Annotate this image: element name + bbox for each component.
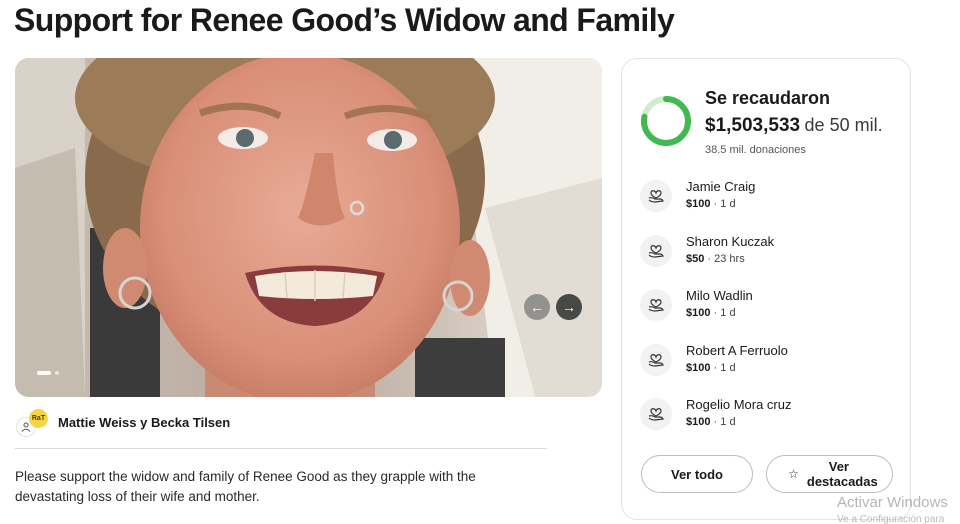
gallery-prev-button[interactable]: ← bbox=[524, 294, 550, 320]
donation-amount: $100 bbox=[686, 198, 711, 210]
heart-hand-icon bbox=[640, 234, 672, 267]
windows-activation-hint: Ve a Configuración para bbox=[837, 514, 945, 524]
donation-amount: $100 bbox=[686, 361, 711, 374]
campaign-photo[interactable] bbox=[15, 58, 602, 397]
donation-meta: $50 · 23 hrs bbox=[686, 252, 745, 265]
donation-amount: $100 bbox=[686, 307, 711, 319]
raised-amount: $1,503,533 bbox=[705, 115, 801, 136]
organizer-logo: RaT bbox=[29, 409, 48, 428]
see-featured-button[interactable]: ☆ Ver destacadas bbox=[766, 455, 893, 493]
donation-meta: $100 · 1 d bbox=[686, 307, 736, 319]
donation-item: Sharon Kuczak $50 · 23 hrs bbox=[640, 232, 896, 287]
donation-time: 1 d bbox=[720, 361, 736, 374]
arrow-left-icon: ← bbox=[530, 299, 544, 315]
heart-hand-icon bbox=[640, 343, 672, 376]
donor-name: Rogelio Mora cruz bbox=[686, 397, 792, 412]
donor-name: Robert A Ferruolo bbox=[686, 342, 788, 358]
fundraiser-page: Support for Renee Good’s Widow and Famil… bbox=[0, 0, 960, 524]
recent-donations-list: Jamie Craig $100 · 1 d Sharon Kuczak $50… bbox=[640, 177, 896, 450]
arrow-right-icon: → bbox=[562, 299, 576, 315]
campaign-photo-image bbox=[15, 58, 602, 397]
organizer-avatars: RaT bbox=[16, 409, 48, 437]
donation-meta: $100 · 1 d bbox=[686, 198, 736, 210]
page-title: Support for Renee Good’s Widow and Famil… bbox=[14, 2, 675, 38]
donor-name: Jamie Craig bbox=[686, 179, 756, 194]
divider bbox=[15, 448, 547, 449]
donation-time: 1 d bbox=[720, 198, 736, 210]
donation-time: 1 d bbox=[720, 307, 736, 319]
campaign-description: Please support the widow and family of R… bbox=[15, 469, 476, 504]
raised-label: Se recaudaron bbox=[705, 88, 831, 108]
donation-amount: $50 bbox=[686, 252, 705, 265]
star-icon: ☆ bbox=[788, 467, 799, 481]
donor-name: Milo Wadlin bbox=[686, 288, 753, 303]
donation-time: 1 d bbox=[720, 416, 736, 428]
donation-item: Milo Wadlin $100 · 1 d bbox=[640, 286, 896, 341]
donation-card: Se recaudaron $1,503,533 de 50 mil. 38.5… bbox=[621, 58, 911, 520]
raised-amount-line: $1,503,533 de 50 mil. bbox=[705, 115, 883, 137]
donation-meta: $100 · 1 d bbox=[686, 416, 736, 428]
heart-hand-icon bbox=[640, 180, 672, 212]
donation-amount: $100 bbox=[686, 416, 711, 428]
see-all-button[interactable]: Ver todo bbox=[641, 455, 753, 493]
donations-count: 38.5 mil. donaciones bbox=[705, 144, 806, 156]
carousel-indicator[interactable] bbox=[37, 371, 59, 375]
organizer-name[interactable]: Mattie Weiss y Becka Tilsen bbox=[58, 415, 230, 430]
gallery-next-button[interactable]: → bbox=[556, 294, 582, 320]
heart-hand-icon bbox=[640, 398, 672, 430]
donation-item: Robert A Ferruolo $100 · 1 d bbox=[640, 341, 896, 396]
card-actions: Ver todo ☆ Ver destacadas bbox=[641, 455, 893, 493]
donation-time: 23 hrs bbox=[714, 252, 745, 265]
donation-item: Jamie Craig $100 · 1 d bbox=[640, 177, 896, 232]
carousel-dot[interactable] bbox=[55, 371, 59, 375]
carousel-dot-active[interactable] bbox=[37, 371, 51, 375]
donor-name: Sharon Kuczak bbox=[686, 233, 775, 249]
progress-ring bbox=[641, 96, 691, 146]
see-featured-label: Ver destacadas bbox=[806, 459, 878, 489]
windows-activation-watermark: Activar Windows bbox=[837, 494, 948, 511]
donation-item: Rogelio Mora cruz $100 · 1 d bbox=[640, 395, 896, 450]
goal-text: de 50 mil. bbox=[804, 115, 883, 135]
organizer-row[interactable]: RaT Mattie Weiss y Becka Tilsen bbox=[16, 409, 230, 437]
heart-hand-icon bbox=[640, 289, 672, 321]
donation-meta: $100 · 1 d bbox=[686, 361, 736, 374]
